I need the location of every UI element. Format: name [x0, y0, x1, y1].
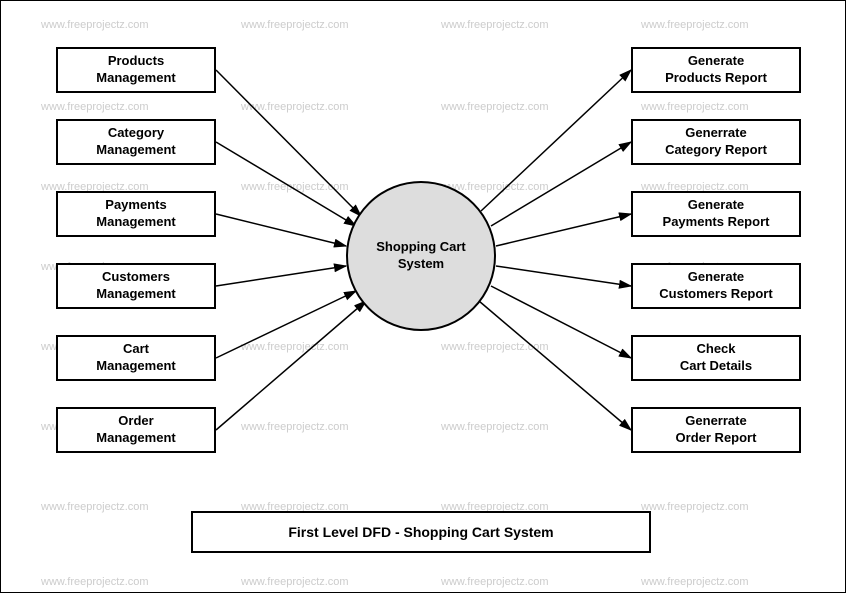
watermark: www.freeprojectz.com — [241, 576, 349, 588]
input-category-management: CategoryManagement — [56, 119, 216, 165]
input-customers-management: CustomersManagement — [56, 263, 216, 309]
title-label: First Level DFD - Shopping Cart System — [288, 524, 553, 540]
box-label: CartManagement — [96, 341, 175, 375]
watermark: www.freeprojectz.com — [41, 101, 149, 113]
watermark: www.freeprojectz.com — [441, 341, 549, 353]
watermark: www.freeprojectz.com — [241, 19, 349, 31]
watermark: www.freeprojectz.com — [441, 19, 549, 31]
watermark: www.freeprojectz.com — [41, 576, 149, 588]
watermark: www.freeprojectz.com — [41, 19, 149, 31]
watermark: www.freeprojectz.com — [241, 181, 349, 193]
input-products-management: ProductsManagement — [56, 47, 216, 93]
input-payments-management: PaymentsManagement — [56, 191, 216, 237]
output-customers-report: GenerateCustomers Report — [631, 263, 801, 309]
box-label: GenerrateCategory Report — [665, 125, 767, 159]
center-process: Shopping CartSystem — [346, 181, 496, 331]
watermark: www.freeprojectz.com — [641, 101, 749, 113]
box-label: PaymentsManagement — [96, 197, 175, 231]
output-order-report: GenerrateOrder Report — [631, 407, 801, 453]
output-cart-details: CheckCart Details — [631, 335, 801, 381]
watermark: www.freeprojectz.com — [641, 501, 749, 513]
input-cart-management: CartManagement — [56, 335, 216, 381]
box-label: ProductsManagement — [96, 53, 175, 87]
box-label: CustomersManagement — [96, 269, 175, 303]
input-order-management: OrderManagement — [56, 407, 216, 453]
watermark: www.freeprojectz.com — [241, 101, 349, 113]
watermark: www.freeprojectz.com — [441, 576, 549, 588]
watermark: www.freeprojectz.com — [241, 421, 349, 433]
watermark: www.freeprojectz.com — [441, 101, 549, 113]
watermark: www.freeprojectz.com — [641, 19, 749, 31]
box-label: CategoryManagement — [96, 125, 175, 159]
watermark: www.freeprojectz.com — [41, 501, 149, 513]
box-label: GenerateCustomers Report — [659, 269, 772, 303]
output-payments-report: GeneratePayments Report — [631, 191, 801, 237]
box-label: OrderManagement — [96, 413, 175, 447]
box-label: CheckCart Details — [680, 341, 752, 375]
watermark: www.freeprojectz.com — [641, 576, 749, 588]
box-label: GenerrateOrder Report — [676, 413, 757, 447]
output-category-report: GenerrateCategory Report — [631, 119, 801, 165]
center-label: Shopping CartSystem — [376, 239, 466, 273]
output-products-report: GenerateProducts Report — [631, 47, 801, 93]
box-label: GeneratePayments Report — [663, 197, 770, 231]
diagram-title: First Level DFD - Shopping Cart System — [191, 511, 651, 553]
box-label: GenerateProducts Report — [665, 53, 767, 87]
watermark: www.freeprojectz.com — [241, 341, 349, 353]
watermark: www.freeprojectz.com — [441, 421, 549, 433]
